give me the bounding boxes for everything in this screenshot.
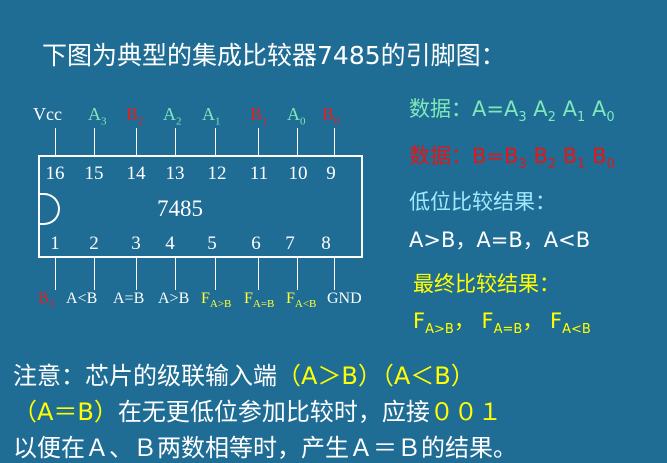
pin-number: 7 <box>285 233 295 254</box>
chip-name: 7485 <box>157 196 203 221</box>
pin-label-a1: A1 <box>202 104 221 128</box>
pin-number: 11 <box>249 163 269 184</box>
pin-number: 10 <box>288 163 308 184</box>
final-result-values: FA>B， FA=B， FA<B <box>413 309 591 338</box>
pin-number: 12 <box>207 163 227 184</box>
page-title: 下图为典型的集成比较器7485的引脚图： <box>42 41 506 70</box>
note-line-3: 以便在Ａ、Ｂ两数相等时，产生Ａ＝Ｂ的结果。 <box>13 434 517 462</box>
chip-notch <box>38 193 60 225</box>
pin-label-a-gt-b-in: A>B <box>158 290 190 307</box>
pin-number: 8 <box>321 233 331 254</box>
pin-label-b2: B2 <box>126 104 144 128</box>
pin-number: 14 <box>126 163 146 184</box>
pin-number: 3 <box>131 233 141 254</box>
pin-label-b3: B3 <box>38 290 55 311</box>
final-result-title: 最终比较结果： <box>413 272 560 296</box>
pin-label-a3: A3 <box>88 104 107 128</box>
pin-label-gnd: GND <box>327 290 362 307</box>
pin-label-f-lt: FA<B <box>286 290 317 311</box>
pin-number: 5 <box>207 233 217 254</box>
pin-number: 1 <box>50 233 60 254</box>
pin-label-vcc: Vcc <box>33 104 62 124</box>
pin-label-a-lt-b-in: A<B <box>66 290 98 307</box>
pin-number: 9 <box>326 163 336 184</box>
note-line-1: 注意：芯片的级联输入端（A＞B）（A＜B） <box>13 362 475 390</box>
low-result-title: 低位比较结果： <box>409 190 556 214</box>
data-b-line: 数据：B=B3 B2 B1 B0 <box>409 144 615 173</box>
pin-label-b0: B0 <box>322 104 340 128</box>
pin-label-b1: B1 <box>250 104 268 128</box>
pin-number: 2 <box>89 233 99 254</box>
pin-label-a-eq-b-in: A=B <box>113 290 145 307</box>
pin-number: 6 <box>251 233 261 254</box>
pin-number: 15 <box>84 163 104 184</box>
pin-number: 4 <box>165 233 175 254</box>
pin-number: 13 <box>165 163 185 184</box>
pin-label-f-eq: FA=B <box>244 290 275 311</box>
pin-number: 16 <box>45 163 65 184</box>
pin-label-f-gt: FA>B <box>201 290 232 311</box>
pin-label-a2: A2 <box>163 104 182 128</box>
note-line-2: （A＝B）在无更低位参加比较时，应接００１ <box>13 398 502 426</box>
data-a-line: 数据：A=A3 A2 A1 A0 <box>409 97 615 126</box>
pin-label-a0: A0 <box>287 104 306 128</box>
low-result-values: A>B，A=B，A<B <box>409 228 591 252</box>
